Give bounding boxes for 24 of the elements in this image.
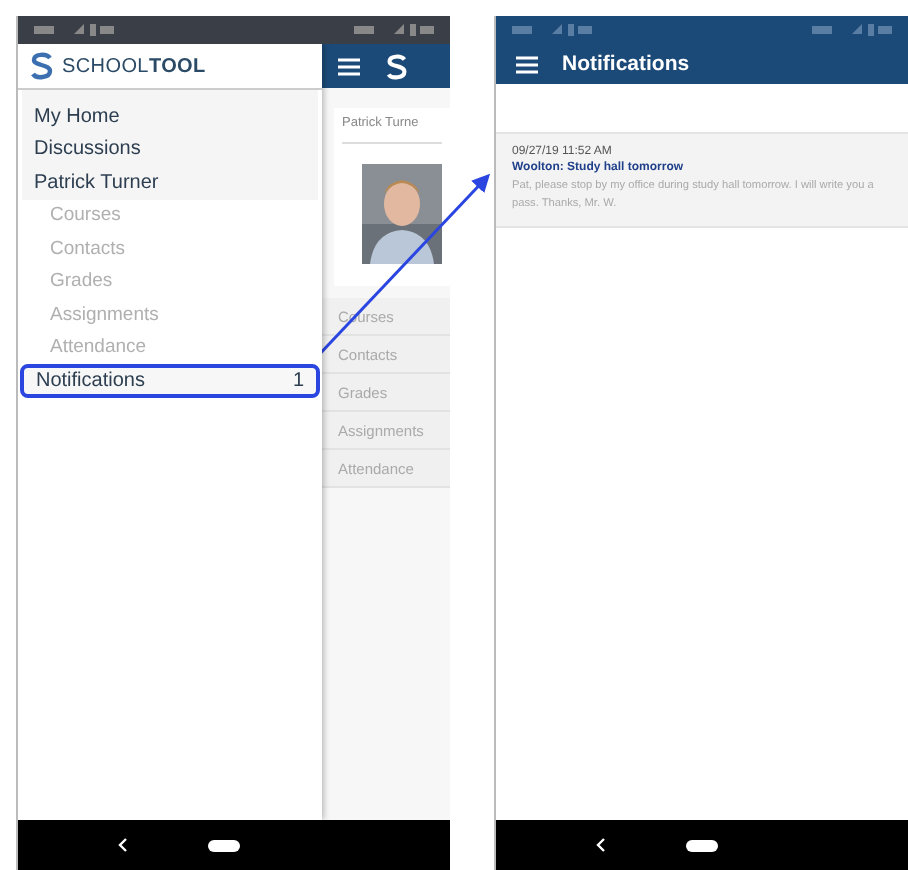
- drawer-subitem[interactable]: Courses: [18, 199, 322, 232]
- logo-icon: [28, 52, 56, 80]
- drawer-subitem[interactable]: Contacts: [18, 232, 322, 265]
- drawer-subitem[interactable]: Assignments: [18, 298, 322, 331]
- drawer-item[interactable]: Notifications 1: [20, 364, 320, 397]
- menu-icon[interactable]: [516, 55, 538, 73]
- logo-text: SCHOOLTOOL: [62, 55, 206, 77]
- menu-icon[interactable]: [338, 57, 360, 75]
- home-icon[interactable]: [686, 839, 718, 851]
- drawer-item[interactable]: Patrick Turner: [22, 166, 318, 199]
- status-icons: [812, 24, 892, 36]
- status-icons: [34, 24, 114, 36]
- status-icons: [512, 24, 592, 36]
- drawer-subitem[interactable]: Attendance: [18, 331, 322, 364]
- back-icon[interactable]: [596, 838, 606, 852]
- logo-icon: [384, 53, 410, 79]
- home-icon[interactable]: [208, 839, 240, 851]
- drawer-item[interactable]: My Home: [22, 100, 318, 133]
- count: 1: [292, 369, 304, 392]
- back-icon[interactable]: [118, 838, 128, 852]
- drawer-item[interactable]: Discussions: [22, 133, 318, 166]
- status-icons: [354, 24, 434, 36]
- drawer-subitem[interactable]: Grades: [18, 265, 322, 298]
- app-title: Notifications: [562, 52, 690, 76]
